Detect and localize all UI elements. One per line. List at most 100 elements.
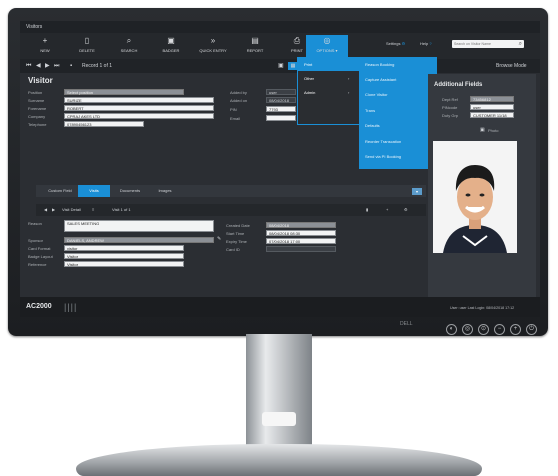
badge-layout-label: Badge Layout [28,254,53,259]
tab-images[interactable]: Images [150,185,180,197]
pincode-field[interactable]: user [470,104,514,110]
plus-icon: + [42,36,48,45]
save-icon[interactable]: ▪ [70,59,72,73]
menu-item-trans[interactable]: Trans [365,108,375,113]
filter-icon[interactable]: ≡ [92,204,94,216]
dept-ref-field[interactable]: 73456812 [470,96,514,102]
camera-icon[interactable]: ▣ [480,127,485,133]
edit-icon[interactable]: ✎ [217,236,221,242]
visitor-portrait [433,141,517,253]
report-button[interactable]: ▤ REPORT [234,35,276,57]
expiry-time-field[interactable]: 07/04/2018 17:00 [266,238,336,244]
camera-icon[interactable]: ▣ [278,59,284,73]
collapse-icon[interactable]: ▾ [412,188,422,195]
menu-item-defaults[interactable]: Defaults [365,123,380,128]
reason-label: Reason [28,221,42,226]
telephone-label: Telephone [28,122,47,127]
menu-item-other[interactable]: Other [298,72,314,85]
visitor-photo [433,141,517,253]
email-field[interactable] [266,115,296,121]
monitor-button: ⊙ [478,324,489,335]
prev-record-icon[interactable]: ◀ [36,59,41,73]
tab-visits[interactable]: Visits [78,185,110,197]
company-field[interactable]: CPRAJ AKES LTD [64,113,214,119]
card-id-field[interactable] [266,246,336,252]
menu-item-capture-assistant[interactable]: Capture Assistant [365,77,396,82]
new-button[interactable]: + NEW [24,35,66,57]
surname-field[interactable]: SURIZE [64,97,214,103]
help-menu[interactable]: Help ? [420,41,432,46]
settings-icon[interactable]: ⚙ [404,204,408,216]
pincode-label: PINcode [442,105,458,110]
start-time-field[interactable]: 08/04/2018 08:30 [266,230,336,236]
duty-group-field[interactable]: CUSTOMER 11/18 [470,112,514,118]
tab-custom-field[interactable]: Custom Field [42,185,78,197]
quick-entry-button[interactable]: » QUICK ENTRY [192,35,234,57]
search-box[interactable]: ⌕ [452,40,524,48]
reason-field[interactable]: SALES MEETING [64,220,214,232]
pin-field[interactable]: 7793 [266,106,296,112]
photo-label: Photo [488,128,499,133]
menu-item-reason-booking[interactable]: Reason Booking [365,62,394,67]
options-menu: Print Other Admin › › [297,57,361,125]
monitor-stand-cable-hole [262,412,296,426]
monitor-stand-neck [246,334,312,450]
toolbar: + NEW ▯ DELETE ⌕ SEARCH ▣ BADGER » QUICK ENTR… [20,33,540,59]
expiry-time-label: Expiry Time [226,239,247,244]
start-time-label: Start Time [226,231,245,236]
options-button[interactable]: ◎ OPTIONS ▾ [306,35,348,57]
duty-group-label: Duty Grp [442,113,459,118]
delete-visit-icon[interactable]: ▮ [366,204,368,216]
delete-button[interactable]: ▯ DELETE [66,35,108,57]
search-button[interactable]: ⌕ SEARCH [108,35,150,57]
next-record-icon[interactable]: ▶ [45,59,50,73]
next-visit-icon[interactable]: ▶ [52,204,55,216]
company-label: Company [28,114,46,119]
additional-fields-title: Additional Fields [434,82,483,88]
brand-stripes: |||| [64,302,78,312]
card-format-select[interactable]: visitor [64,245,184,251]
email-label: Email [230,116,241,121]
visit-navigator: ◀ ▶ Visit Detail ≡ Visit 1 of 1 ▮ + ⚙ [36,204,426,216]
add-visit-icon[interactable]: + [386,204,388,216]
menu-item-send-booking[interactable]: Send via PI Booking [365,154,401,159]
search-input[interactable] [454,40,510,48]
card-format-label: Card Format [28,246,51,251]
added-on-label: Added on [230,98,248,103]
telephone-field[interactable]: 07890456123 [64,121,144,127]
reference-label: Reference [28,262,47,267]
dept-ref-label: Dept Ref [442,97,458,102]
help-icon: ? [429,41,432,46]
monitor-brand: DELL [400,321,413,327]
options-submenu: Reason Booking Capture Assistant Clone V… [359,57,437,169]
badge-layout-select[interactable]: Visitor [64,253,184,259]
record-navigator: ⏮ ◀ ▶ ⏭ ▪ Record 1 of 1 ▣ ▦ Browse Mode [20,59,540,73]
last-record-icon[interactable]: ⏭ [54,59,59,73]
reference-select[interactable]: Visitor [64,261,184,267]
screen: Visitors + NEW ▯ DELETE ⌕ SEARCH ▣ BADGER » Q… [20,21,540,317]
sponsor-field[interactable]: DANIELS, ANDREW [64,237,214,243]
tab-documents[interactable]: Documents [112,185,148,197]
visit-count: Visit 1 of 1 [112,207,131,212]
record-count: Record 1 of 1 [82,63,113,69]
sponsor-label: Sponsor [28,238,43,243]
forename-label: Forename [28,106,47,111]
added-by-label: Added by [230,90,247,95]
position-label: Position [28,90,43,95]
first-record-icon[interactable]: ⏮ [26,59,31,73]
chevron-right-icon: › [348,90,350,95]
monitor-button: ◐ [446,324,457,335]
forename-field[interactable]: ROBERT [64,105,214,111]
menu-item-clone-visitor[interactable]: Clone Visitor [365,92,388,97]
visit-detail-label: Visit Detail [62,207,81,212]
position-select[interactable]: Select position [64,89,184,95]
settings-menu[interactable]: Settings ⚙ [386,41,405,46]
menu-item-admin[interactable]: Admin [298,86,315,99]
menu-item-print[interactable]: Print [298,58,360,71]
added-by-field: user [266,89,296,95]
card-id-label: Card ID [226,247,240,252]
prev-visit-icon[interactable]: ◀ [44,204,47,216]
badger-button[interactable]: ▣ BADGER [150,35,192,57]
menu-item-reorder[interactable]: Reorder Transcation [365,139,401,144]
monitor-button: − [494,324,505,335]
